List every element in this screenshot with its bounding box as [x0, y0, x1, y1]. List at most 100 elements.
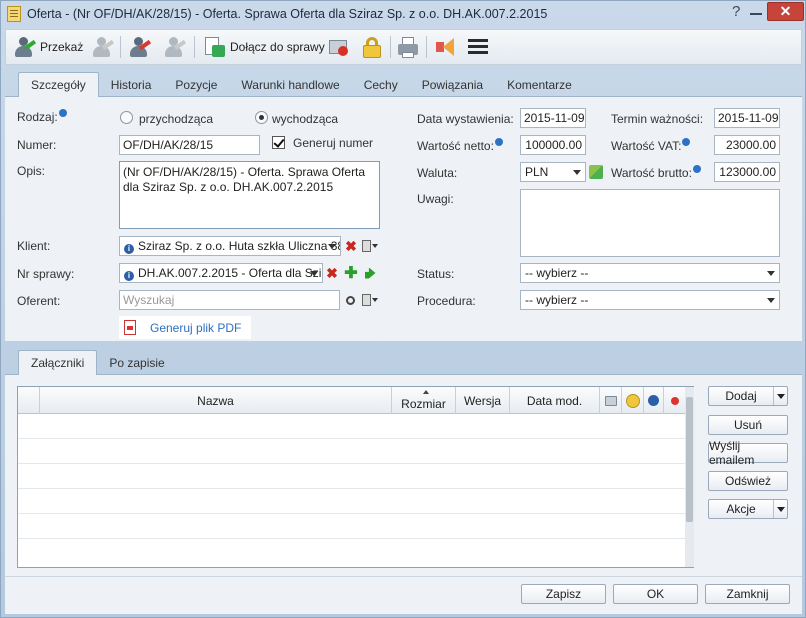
title-bar: Oferta - (Nr OF/DH/AK/28/15) - Oferta. S…: [1, 1, 805, 27]
generate-pdf-label: Generuj plik PDF: [150, 321, 242, 335]
actions-button[interactable]: Akcje: [708, 499, 788, 519]
column-send-icon[interactable]: [600, 387, 622, 414]
send-email-button[interactable]: Wyślij emailem: [708, 439, 788, 467]
uwagi-textarea[interactable]: [520, 189, 780, 257]
table-row[interactable]: [18, 464, 685, 489]
user-disabled-icon: [90, 35, 115, 59]
wartosc-netto-input[interactable]: 100000.00: [520, 135, 586, 155]
wartosc-brutto-label: Wartość brutto:: [611, 165, 701, 180]
column-rozmiar[interactable]: Rozmiar: [392, 387, 456, 414]
column-pin-icon[interactable]: [664, 387, 685, 414]
help-button[interactable]: ?: [732, 3, 740, 20]
chevron-down-icon: [767, 271, 775, 276]
info-icon: [494, 138, 503, 146]
rodzaj-label: Rodzaj:: [17, 109, 67, 124]
pin-icon: [670, 396, 679, 405]
wartosc-vat-input[interactable]: 23000.00: [714, 135, 780, 155]
nr-sprawy-go-button[interactable]: [361, 263, 379, 283]
klient-card-button[interactable]: [360, 236, 380, 256]
numer-input[interactable]: OF/DH/AK/28/15: [119, 135, 260, 155]
table-row[interactable]: [18, 539, 685, 564]
opis-textarea[interactable]: (Nr OF/DH/AK/28/15) - Oferta. Sprawa Ofe…: [119, 161, 380, 229]
forward-label: Przekaż: [40, 40, 84, 54]
bottom-tabs: Załączniki Po zapisie: [18, 350, 177, 375]
procedura-label: Procedura:: [417, 294, 476, 308]
exchange-rate-button[interactable]: [587, 162, 605, 182]
search-icon[interactable]: [341, 290, 359, 310]
nr-sprawy-add-button[interactable]: ✚: [342, 263, 360, 283]
data-wystawienia-input[interactable]: 2015-11-09: [520, 108, 586, 128]
scrollbar-thumb[interactable]: [686, 397, 693, 522]
table-row[interactable]: [18, 439, 685, 464]
table-row[interactable]: [18, 514, 685, 539]
delete-button[interactable]: Usuń: [708, 415, 788, 435]
tab-zalaczniki[interactable]: Załączniki: [18, 350, 98, 375]
chevron-down-icon: [328, 244, 336, 249]
forward-button[interactable]: Przekaż: [12, 33, 83, 61]
tab-powiazania[interactable]: Powiązania: [410, 72, 495, 97]
tab-historia[interactable]: Historia: [99, 72, 164, 97]
close-button[interactable]: ✕: [767, 2, 804, 21]
chevron-down-icon[interactable]: [773, 387, 787, 405]
data-wystawienia-label: Data wystawienia:: [417, 112, 514, 126]
attach-to-case-button[interactable]: Dołącz do sprawy: [202, 33, 325, 61]
grey-user-button[interactable]: [90, 33, 115, 61]
tab-komentarze[interactable]: Komentarze: [495, 72, 584, 97]
generate-pdf-link[interactable]: Generuj plik PDF: [119, 316, 251, 339]
column-nazwa[interactable]: Nazwa: [40, 387, 392, 414]
tab-pozycje[interactable]: Pozycje: [163, 72, 229, 97]
info-icon: [682, 138, 691, 146]
tab-szczegoly[interactable]: Szczegóły: [18, 72, 99, 97]
grid-header: Nazwa Rozmiar Wersja Data mod.: [18, 387, 685, 414]
add-button[interactable]: Dodaj: [708, 386, 788, 406]
announce-button[interactable]: [432, 33, 456, 61]
select-column-header[interactable]: [18, 387, 40, 414]
table-row[interactable]: [18, 414, 685, 439]
klient-select[interactable]: i Sziraz Sp. z o.o. Huta szkła Uliczna 38…: [119, 236, 341, 256]
table-row[interactable]: [18, 489, 685, 514]
column-data-mod[interactable]: Data mod.: [510, 387, 600, 414]
wartosc-brutto-input[interactable]: 123000.00: [714, 162, 780, 182]
klient-clear-button[interactable]: ✖: [342, 236, 360, 256]
close-dialog-button[interactable]: Zamknij: [705, 584, 790, 604]
box-button[interactable]: [326, 33, 350, 61]
nr-sprawy-clear-button[interactable]: ✖: [323, 263, 341, 283]
waluta-select[interactable]: PLN: [520, 162, 586, 182]
info-icon: [692, 165, 701, 173]
wartosc-vat-label: Wartość VAT:: [611, 138, 691, 153]
chevron-down-icon[interactable]: [773, 500, 787, 518]
status-select[interactable]: -- wybierz --: [520, 263, 780, 283]
window-title: Oferta - (Nr OF/DH/AK/28/15) - Oferta. S…: [27, 7, 548, 21]
radio-wychodzaca[interactable]: [255, 111, 268, 124]
procedura-select[interactable]: -- wybierz --: [520, 290, 780, 310]
column-wersja[interactable]: Wersja: [456, 387, 510, 414]
user-grey-button-2[interactable]: [162, 33, 187, 61]
menu-button[interactable]: [466, 33, 490, 61]
reject-user-button[interactable]: [127, 33, 152, 61]
refresh-button[interactable]: Odśwież: [708, 471, 788, 491]
window: Oferta - (Nr OF/DH/AK/28/15) - Oferta. S…: [0, 0, 806, 618]
termin-waznosci-input[interactable]: 2015-11-09: [714, 108, 780, 128]
waluta-label: Waluta:: [417, 166, 458, 180]
footer-divider: [5, 576, 802, 577]
klient-label: Klient:: [17, 239, 51, 253]
generuj-numer-checkbox[interactable]: [272, 136, 285, 149]
grid-scrollbar[interactable]: [685, 387, 694, 567]
lock-button[interactable]: [360, 33, 384, 61]
hamburger-menu-icon: [466, 35, 490, 59]
printer-icon: [396, 35, 420, 59]
column-info-icon[interactable]: [644, 387, 664, 414]
tab-warunki-handlowe[interactable]: Warunki handlowe: [229, 72, 351, 97]
oferent-card-button[interactable]: [360, 290, 380, 310]
radio-przychodzaca[interactable]: [120, 111, 133, 124]
nr-sprawy-select[interactable]: i DH.AK.007.2.2015 - Oferta dla Szir: [119, 263, 323, 283]
tab-cechy[interactable]: Cechy: [352, 72, 410, 97]
column-lock-icon[interactable]: [622, 387, 644, 414]
minimize-button[interactable]: [750, 13, 762, 15]
print-button[interactable]: [396, 33, 420, 61]
chevron-down-icon: [573, 170, 581, 175]
ok-button[interactable]: OK: [613, 584, 698, 604]
oferent-search-input[interactable]: Wyszukaj: [119, 290, 340, 310]
tab-po-zapisie[interactable]: Po zapisie: [97, 350, 176, 375]
save-button[interactable]: Zapisz: [521, 584, 606, 604]
